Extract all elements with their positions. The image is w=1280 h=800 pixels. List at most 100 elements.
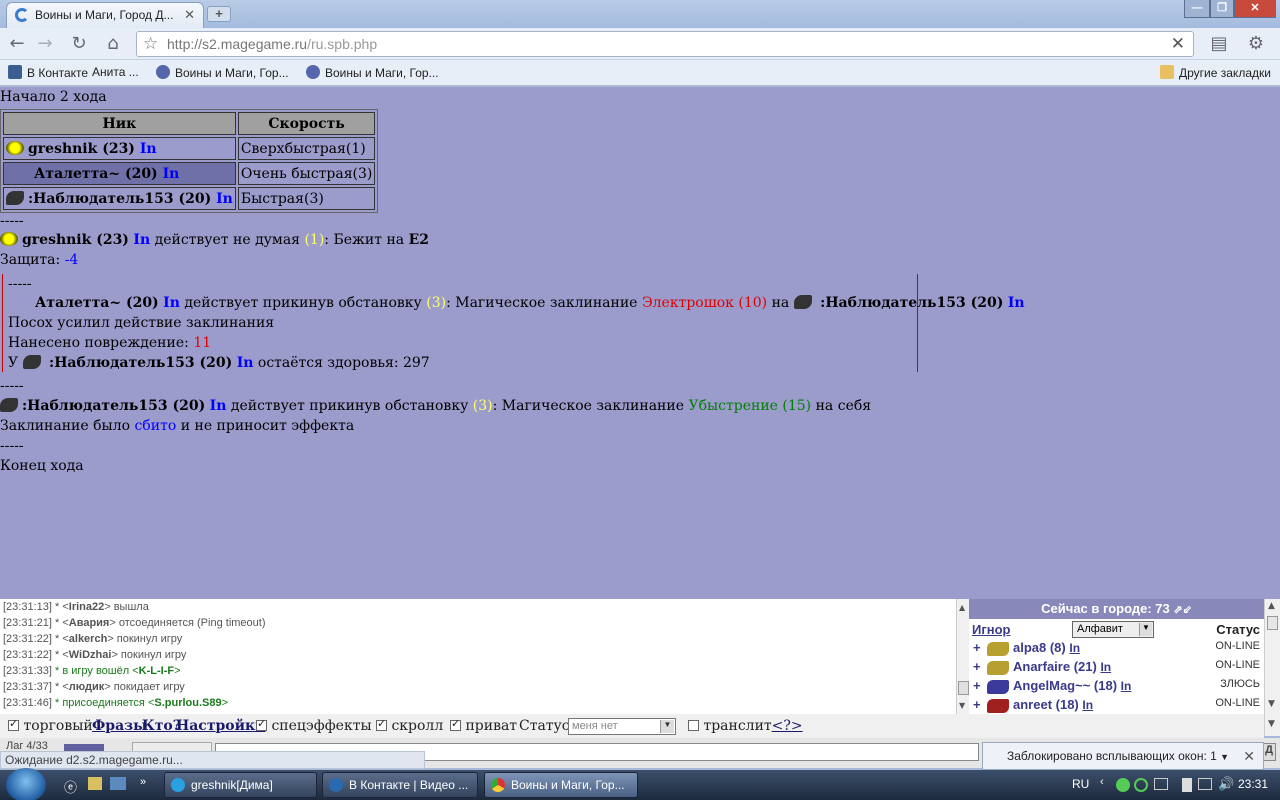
checkbox[interactable] — [8, 717, 19, 731]
user-name[interactable]: AngelMag~~ (18) — [1013, 678, 1117, 693]
phrases-link[interactable]: Фразы — [92, 718, 147, 734]
tray-expand-icon[interactable]: ‹ — [1100, 776, 1104, 788]
desktop-icon[interactable] — [110, 777, 126, 790]
language-indicator[interactable]: RU — [1072, 777, 1089, 791]
wrench-icon[interactable]: ⚙ — [1240, 32, 1272, 56]
add-icon[interactable]: + — [973, 697, 981, 712]
reload-icon[interactable]: ↻ — [66, 32, 92, 56]
chat-user[interactable]: S.purlou.S89 — [154, 697, 221, 709]
tray-icon[interactable] — [1154, 778, 1168, 790]
chat-line: [23:31:46] * присоединяется <S.purlou.S8… — [3, 697, 229, 709]
battery-icon[interactable] — [1182, 778, 1192, 792]
scroll-thumb[interactable] — [958, 681, 969, 695]
chevron-icon[interactable]: » — [140, 776, 146, 788]
scroll-down-icon[interactable]: ▼ — [1268, 719, 1275, 729]
chat-scrollbar[interactable]: ▲ ▼ — [956, 599, 969, 714]
player-cell[interactable]: greshnik (23) In — [3, 137, 236, 160]
checkbox[interactable] — [688, 720, 699, 731]
scroll-up-icon[interactable]: ▲ — [1268, 601, 1275, 611]
clan-icon — [987, 680, 1009, 694]
add-icon[interactable]: + — [973, 640, 981, 655]
sort-select[interactable]: Алфавит ▼ — [1072, 621, 1154, 638]
trade-toggle[interactable]: торговый — [8, 717, 93, 734]
user-info-link[interactable]: In — [1069, 641, 1080, 655]
bookmark-vk[interactable]: В Контакте — [8, 65, 88, 80]
page-menu-icon[interactable]: ▤ — [1204, 32, 1234, 56]
online-panel: Сейчас в городе: 73 ⇗⇙ Игнор Алфавит ▼ Ст… — [969, 599, 1264, 714]
checkbox[interactable] — [256, 717, 267, 731]
checkbox[interactable] — [376, 717, 387, 731]
chat-user[interactable]: WiDzhai — [69, 649, 112, 661]
tray-icon[interactable] — [1134, 778, 1148, 792]
close-icon[interactable]: ✕ — [1243, 748, 1255, 765]
user-row[interactable]: + alpa8 (8) In ON-LINE — [969, 640, 1264, 659]
help-link[interactable]: <?> — [772, 718, 803, 734]
ignore-link[interactable]: Игнор — [972, 622, 1011, 637]
chat-user[interactable]: Irina22 — [69, 601, 104, 613]
player-cell[interactable]: :Наблюдатель153 (20) In — [3, 187, 236, 210]
ie-icon[interactable]: ⓔ — [64, 777, 77, 796]
star-icon[interactable]: ☆ — [143, 34, 158, 54]
home-icon[interactable]: ⌂ — [100, 32, 126, 56]
scroll-down-icon[interactable]: ▼ — [959, 701, 965, 710]
browser-tab[interactable]: Воины и Маги, Город Д... ✕ — [6, 2, 204, 28]
tray-icon[interactable] — [1116, 778, 1130, 792]
bookmark-magegame-1[interactable]: Воины и Маги, Гор... — [156, 65, 289, 80]
user-info-link[interactable]: In — [1082, 698, 1093, 712]
scroll-thumb[interactable] — [1267, 616, 1278, 630]
effects-toggle[interactable]: спецэффекты — [256, 717, 372, 734]
forward-icon[interactable]: → — [32, 32, 58, 56]
bookmark-magegame-2[interactable]: Воины и Маги, Гор... — [306, 65, 439, 80]
submit-button[interactable]: Д — [1262, 743, 1276, 761]
online-title: Сейчас в городе: 73 ⇗⇙ — [969, 599, 1264, 619]
add-icon[interactable]: + — [973, 678, 981, 693]
back-icon[interactable]: ← — [4, 32, 30, 56]
minimize-button[interactable]: — — [1184, 0, 1210, 18]
address-bar[interactable]: ☆ http://s2.magegame.ru/ru.spb.php ✕ — [136, 31, 1194, 57]
checkbox[interactable] — [450, 717, 461, 731]
bookmark-anita[interactable]: Анита ... — [92, 65, 139, 79]
user-name[interactable]: Anarfaire (21) — [1013, 659, 1097, 674]
scroll-toggle[interactable]: скролл — [376, 717, 443, 734]
user-name[interactable]: anreet (18) — [1013, 697, 1079, 712]
task-skype[interactable]: greshnik[Дима] — [164, 772, 317, 798]
chat-log[interactable]: [23:31:13] * <Irina22> вышла [23:31:21] *… — [0, 599, 956, 714]
chat-user[interactable]: людик — [69, 681, 105, 693]
network-icon[interactable] — [1198, 778, 1212, 790]
chat-user[interactable]: Авария — [69, 617, 110, 629]
chevron-down-icon[interactable]: ▼ — [1220, 752, 1229, 762]
volume-icon[interactable]: 🔊 — [1218, 776, 1234, 792]
close-tab-icon[interactable]: ✕ — [184, 7, 195, 23]
add-icon[interactable]: + — [973, 659, 981, 674]
start-button[interactable] — [6, 768, 46, 800]
user-row[interactable]: + Anarfaire (21) In ON-LINE — [969, 659, 1264, 678]
user-info-link[interactable]: In — [1100, 660, 1111, 674]
explorer-icon[interactable] — [88, 777, 102, 790]
translit-toggle[interactable]: транслит<?> — [688, 718, 803, 734]
online-scrollbar[interactable]: ▲ ▼ ▼ — [1264, 599, 1280, 736]
chat-user[interactable]: K-L-I-F — [139, 665, 174, 677]
popup-blocked-bar[interactable]: Заблокировано всплывающих окон: 1 ▼ ✕ — [982, 742, 1264, 770]
clan-icon — [0, 232, 18, 246]
scroll-up-icon[interactable]: ▲ — [959, 603, 965, 612]
task-chrome[interactable]: Воины и Маги, Гор... — [484, 772, 638, 798]
private-toggle[interactable]: приват — [450, 717, 517, 734]
clock[interactable]: 23:31 — [1238, 777, 1268, 791]
new-tab-button[interactable]: + — [207, 6, 231, 22]
bookmark-other[interactable]: Другие закладки — [1160, 65, 1271, 80]
status-select[interactable]: меня нет ▼ — [568, 718, 676, 735]
close-window-button[interactable]: ✕ — [1234, 0, 1276, 18]
maximize-button[interactable]: ❐ — [1210, 0, 1234, 18]
player-cell[interactable]: Аталетта~ (20) In — [3, 162, 236, 185]
settings-link[interactable]: Настройки — [176, 718, 266, 734]
table-row: Аталетта~ (20) In Очень быстрая(3) — [3, 162, 376, 185]
php-icon — [306, 65, 320, 79]
user-name[interactable]: alpa8 (8) — [1013, 640, 1066, 655]
chat-user[interactable]: alkerch — [69, 633, 108, 645]
stop-icon[interactable]: ✕ — [1171, 34, 1185, 54]
expand-icon[interactable]: ⇗⇙ — [1173, 604, 1191, 616]
scroll-down-icon[interactable]: ▼ — [1268, 699, 1275, 709]
user-info-link[interactable]: In — [1121, 679, 1132, 693]
user-row[interactable]: + AngelMag~~ (18) In ЗЛЮСЬ — [969, 678, 1264, 697]
task-vk[interactable]: В Контакте | Видео ... — [322, 772, 478, 798]
